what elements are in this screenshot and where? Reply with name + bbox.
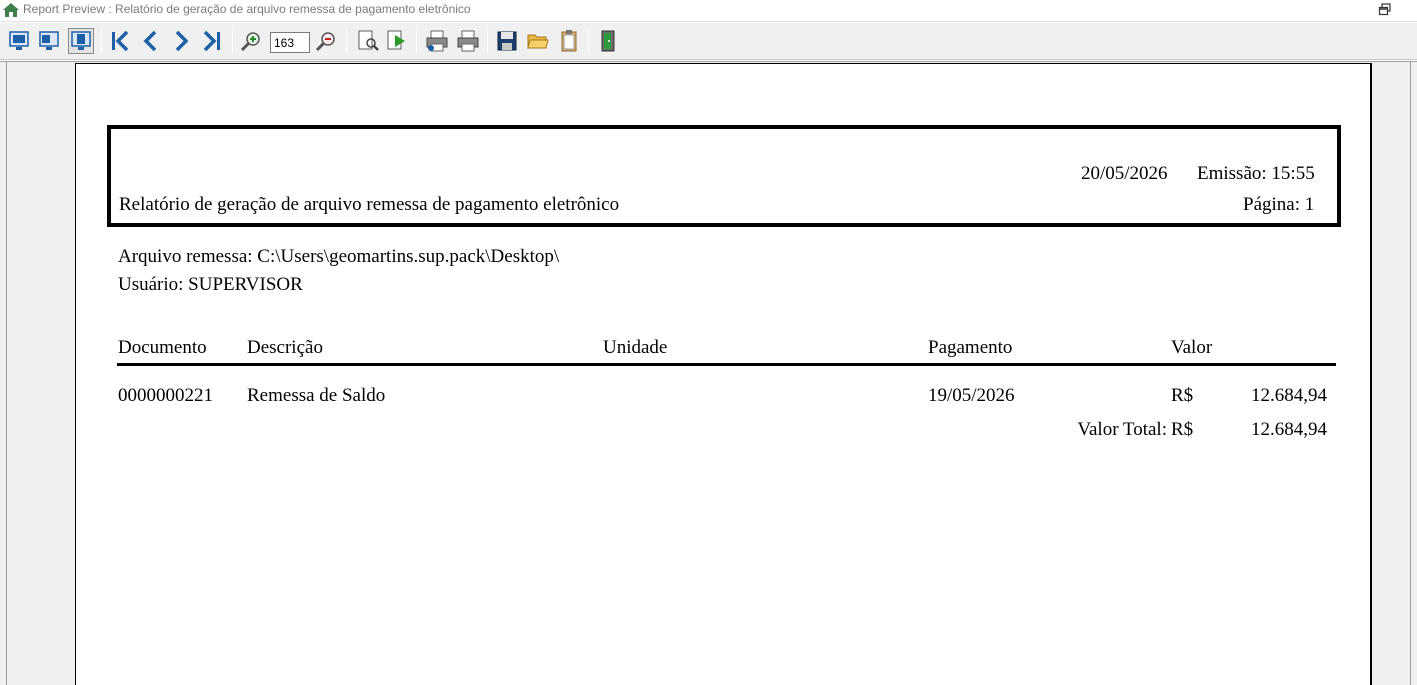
row-currency: R$ bbox=[1171, 385, 1194, 406]
printer-icon bbox=[426, 30, 448, 52]
restore-window-icon[interactable] bbox=[1378, 3, 1392, 17]
first-page-icon bbox=[112, 30, 129, 52]
monitor-icon bbox=[71, 31, 91, 50]
zoom-input[interactable] bbox=[270, 32, 310, 53]
whole-page-button[interactable] bbox=[6, 28, 32, 54]
folder-icon bbox=[527, 34, 549, 49]
row-descricao: Remessa de Saldo bbox=[247, 385, 386, 406]
column-header-unidade: Unidade bbox=[603, 337, 668, 358]
last-page-icon bbox=[203, 30, 220, 52]
zoom-out-icon bbox=[315, 32, 335, 52]
floppy-icon bbox=[497, 31, 517, 51]
toolbar bbox=[0, 23, 1417, 60]
zoom-out-button[interactable] bbox=[313, 28, 339, 54]
print-button[interactable] bbox=[455, 28, 481, 54]
print-setup-button[interactable] bbox=[424, 28, 450, 54]
report-date: 20/05/2026 bbox=[1081, 163, 1168, 184]
window-title: Report Preview : Relatório de geração de… bbox=[23, 2, 471, 16]
window-titlebar: Report Preview : Relatório de geração de… bbox=[0, 0, 1417, 22]
report-emission: Emissão: 15:55 bbox=[1197, 163, 1315, 184]
last-page-button[interactable] bbox=[199, 28, 225, 54]
user-line: Usuário: SUPERVISOR bbox=[118, 274, 303, 295]
column-header-pagamento: Pagamento bbox=[928, 337, 1013, 358]
copy-button[interactable] bbox=[556, 28, 582, 54]
row-pagamento: 19/05/2026 bbox=[928, 385, 1015, 406]
chevron-left-icon bbox=[143, 30, 157, 52]
actual-size-button[interactable] bbox=[68, 28, 94, 54]
page-width-button[interactable] bbox=[36, 28, 62, 54]
report-title: Relatório de geração de arquivo remessa … bbox=[119, 194, 620, 215]
total-currency: R$ bbox=[1171, 419, 1194, 440]
next-page-button[interactable] bbox=[168, 28, 194, 54]
previous-page-button[interactable] bbox=[138, 28, 164, 54]
find-next-icon bbox=[387, 30, 405, 50]
total-valor: 12.684,94 bbox=[1251, 419, 1327, 440]
total-label: Valor Total: bbox=[1077, 419, 1167, 440]
column-header-descricao: Descrição bbox=[247, 337, 323, 358]
file-path-line: Arquivo remessa: C:\Users\geomartins.sup… bbox=[118, 246, 560, 267]
find-icon bbox=[358, 30, 379, 51]
monitor-icon bbox=[39, 31, 59, 50]
open-button[interactable] bbox=[525, 28, 551, 54]
find-next-button[interactable] bbox=[384, 28, 410, 54]
chevron-right-icon bbox=[175, 30, 189, 52]
column-header-documento: Documento bbox=[118, 337, 207, 358]
clipboard-icon bbox=[561, 30, 577, 52]
zoom-in-icon bbox=[240, 32, 260, 52]
monitor-icon bbox=[9, 31, 29, 50]
column-header-valor: Valor bbox=[1171, 337, 1213, 358]
row-valor: 12.684,94 bbox=[1251, 385, 1327, 406]
exit-door-icon bbox=[601, 30, 615, 52]
report-page-number: Página: 1 bbox=[1243, 194, 1315, 215]
header-rule bbox=[117, 363, 1336, 366]
exit-button[interactable] bbox=[595, 28, 621, 54]
zoom-in-button[interactable] bbox=[238, 28, 264, 54]
home-icon bbox=[3, 3, 19, 17]
row-documento: 0000000221 bbox=[118, 385, 213, 406]
find-button[interactable] bbox=[355, 28, 381, 54]
printer-icon bbox=[457, 30, 479, 52]
save-button[interactable] bbox=[494, 28, 520, 54]
first-page-button[interactable] bbox=[107, 28, 133, 54]
